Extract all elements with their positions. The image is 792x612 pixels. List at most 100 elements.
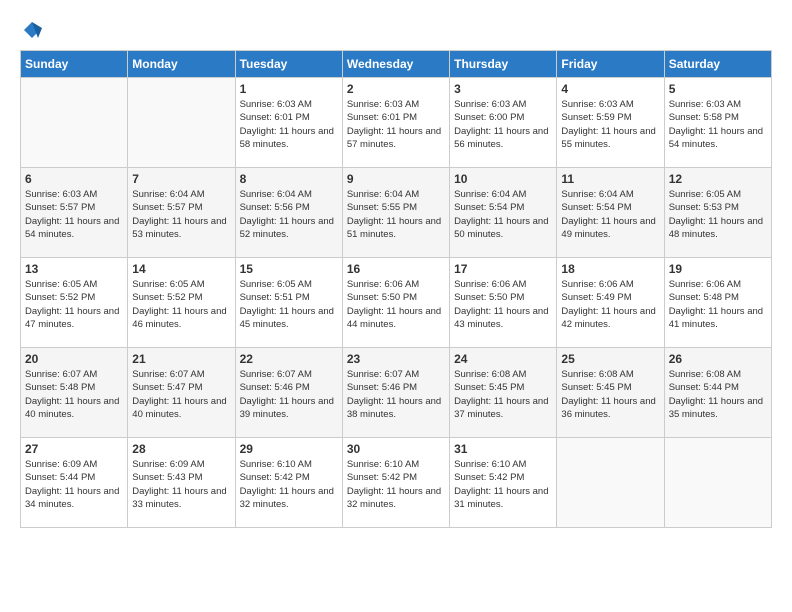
day-number: 22 [240, 352, 338, 366]
calendar-cell: 21 Sunrise: 6:07 AM Sunset: 5:47 PM Dayl… [128, 348, 235, 438]
calendar-cell: 18 Sunrise: 6:06 AM Sunset: 5:49 PM Dayl… [557, 258, 664, 348]
day-number: 6 [25, 172, 123, 186]
header-wednesday: Wednesday [342, 51, 449, 78]
day-number: 17 [454, 262, 552, 276]
day-info: Sunrise: 6:06 AM Sunset: 5:49 PM Dayligh… [561, 278, 659, 331]
day-number: 9 [347, 172, 445, 186]
day-number: 24 [454, 352, 552, 366]
calendar-cell: 19 Sunrise: 6:06 AM Sunset: 5:48 PM Dayl… [664, 258, 771, 348]
calendar-cell: 1 Sunrise: 6:03 AM Sunset: 6:01 PM Dayli… [235, 78, 342, 168]
calendar-cell: 16 Sunrise: 6:06 AM Sunset: 5:50 PM Dayl… [342, 258, 449, 348]
day-number: 23 [347, 352, 445, 366]
day-number: 16 [347, 262, 445, 276]
day-number: 10 [454, 172, 552, 186]
calendar-cell: 8 Sunrise: 6:04 AM Sunset: 5:56 PM Dayli… [235, 168, 342, 258]
day-number: 2 [347, 82, 445, 96]
day-info: Sunrise: 6:03 AM Sunset: 5:59 PM Dayligh… [561, 98, 659, 151]
calendar-cell: 13 Sunrise: 6:05 AM Sunset: 5:52 PM Dayl… [21, 258, 128, 348]
day-number: 31 [454, 442, 552, 456]
calendar-cell: 29 Sunrise: 6:10 AM Sunset: 5:42 PM Dayl… [235, 438, 342, 528]
day-info: Sunrise: 6:07 AM Sunset: 5:48 PM Dayligh… [25, 368, 123, 421]
day-info: Sunrise: 6:10 AM Sunset: 5:42 PM Dayligh… [240, 458, 338, 511]
calendar-cell: 31 Sunrise: 6:10 AM Sunset: 5:42 PM Dayl… [450, 438, 557, 528]
day-number: 19 [669, 262, 767, 276]
calendar-cell: 20 Sunrise: 6:07 AM Sunset: 5:48 PM Dayl… [21, 348, 128, 438]
day-info: Sunrise: 6:04 AM Sunset: 5:54 PM Dayligh… [454, 188, 552, 241]
day-number: 25 [561, 352, 659, 366]
day-number: 5 [669, 82, 767, 96]
day-number: 27 [25, 442, 123, 456]
calendar-week-5: 27 Sunrise: 6:09 AM Sunset: 5:44 PM Dayl… [21, 438, 772, 528]
day-info: Sunrise: 6:03 AM Sunset: 6:00 PM Dayligh… [454, 98, 552, 151]
calendar-cell: 10 Sunrise: 6:04 AM Sunset: 5:54 PM Dayl… [450, 168, 557, 258]
calendar-cell: 2 Sunrise: 6:03 AM Sunset: 6:01 PM Dayli… [342, 78, 449, 168]
calendar-cell: 14 Sunrise: 6:05 AM Sunset: 5:52 PM Dayl… [128, 258, 235, 348]
day-number: 1 [240, 82, 338, 96]
day-info: Sunrise: 6:10 AM Sunset: 5:42 PM Dayligh… [454, 458, 552, 511]
calendar-cell: 17 Sunrise: 6:06 AM Sunset: 5:50 PM Dayl… [450, 258, 557, 348]
calendar-header-row: SundayMondayTuesdayWednesdayThursdayFrid… [21, 51, 772, 78]
day-info: Sunrise: 6:07 AM Sunset: 5:46 PM Dayligh… [347, 368, 445, 421]
day-number: 30 [347, 442, 445, 456]
calendar-week-2: 6 Sunrise: 6:03 AM Sunset: 5:57 PM Dayli… [21, 168, 772, 258]
logo-icon [22, 20, 42, 40]
calendar-cell: 25 Sunrise: 6:08 AM Sunset: 5:45 PM Dayl… [557, 348, 664, 438]
day-number: 11 [561, 172, 659, 186]
day-info: Sunrise: 6:05 AM Sunset: 5:52 PM Dayligh… [25, 278, 123, 331]
calendar-cell [557, 438, 664, 528]
day-info: Sunrise: 6:06 AM Sunset: 5:50 PM Dayligh… [347, 278, 445, 331]
calendar-cell: 12 Sunrise: 6:05 AM Sunset: 5:53 PM Dayl… [664, 168, 771, 258]
day-info: Sunrise: 6:06 AM Sunset: 5:48 PM Dayligh… [669, 278, 767, 331]
calendar-week-4: 20 Sunrise: 6:07 AM Sunset: 5:48 PM Dayl… [21, 348, 772, 438]
header-monday: Monday [128, 51, 235, 78]
day-info: Sunrise: 6:08 AM Sunset: 5:44 PM Dayligh… [669, 368, 767, 421]
calendar-cell: 27 Sunrise: 6:09 AM Sunset: 5:44 PM Dayl… [21, 438, 128, 528]
day-info: Sunrise: 6:04 AM Sunset: 5:57 PM Dayligh… [132, 188, 230, 241]
day-number: 26 [669, 352, 767, 366]
page-header [20, 20, 772, 40]
day-number: 14 [132, 262, 230, 276]
day-number: 3 [454, 82, 552, 96]
calendar-cell [128, 78, 235, 168]
day-number: 28 [132, 442, 230, 456]
day-number: 18 [561, 262, 659, 276]
calendar-cell: 26 Sunrise: 6:08 AM Sunset: 5:44 PM Dayl… [664, 348, 771, 438]
day-info: Sunrise: 6:04 AM Sunset: 5:55 PM Dayligh… [347, 188, 445, 241]
calendar-body: 1 Sunrise: 6:03 AM Sunset: 6:01 PM Dayli… [21, 78, 772, 528]
calendar-cell: 4 Sunrise: 6:03 AM Sunset: 5:59 PM Dayli… [557, 78, 664, 168]
day-number: 29 [240, 442, 338, 456]
calendar-cell: 3 Sunrise: 6:03 AM Sunset: 6:00 PM Dayli… [450, 78, 557, 168]
day-number: 8 [240, 172, 338, 186]
calendar-cell: 9 Sunrise: 6:04 AM Sunset: 5:55 PM Dayli… [342, 168, 449, 258]
calendar-cell: 23 Sunrise: 6:07 AM Sunset: 5:46 PM Dayl… [342, 348, 449, 438]
day-info: Sunrise: 6:09 AM Sunset: 5:43 PM Dayligh… [132, 458, 230, 511]
day-number: 7 [132, 172, 230, 186]
calendar-week-3: 13 Sunrise: 6:05 AM Sunset: 5:52 PM Dayl… [21, 258, 772, 348]
header-saturday: Saturday [664, 51, 771, 78]
day-info: Sunrise: 6:03 AM Sunset: 5:58 PM Dayligh… [669, 98, 767, 151]
calendar-cell: 22 Sunrise: 6:07 AM Sunset: 5:46 PM Dayl… [235, 348, 342, 438]
day-info: Sunrise: 6:03 AM Sunset: 5:57 PM Dayligh… [25, 188, 123, 241]
header-friday: Friday [557, 51, 664, 78]
calendar-cell: 24 Sunrise: 6:08 AM Sunset: 5:45 PM Dayl… [450, 348, 557, 438]
day-info: Sunrise: 6:08 AM Sunset: 5:45 PM Dayligh… [561, 368, 659, 421]
header-sunday: Sunday [21, 51, 128, 78]
calendar-cell: 30 Sunrise: 6:10 AM Sunset: 5:42 PM Dayl… [342, 438, 449, 528]
day-info: Sunrise: 6:03 AM Sunset: 6:01 PM Dayligh… [347, 98, 445, 151]
calendar-week-1: 1 Sunrise: 6:03 AM Sunset: 6:01 PM Dayli… [21, 78, 772, 168]
calendar-cell: 15 Sunrise: 6:05 AM Sunset: 5:51 PM Dayl… [235, 258, 342, 348]
day-number: 21 [132, 352, 230, 366]
day-info: Sunrise: 6:10 AM Sunset: 5:42 PM Dayligh… [347, 458, 445, 511]
calendar-cell: 28 Sunrise: 6:09 AM Sunset: 5:43 PM Dayl… [128, 438, 235, 528]
day-info: Sunrise: 6:03 AM Sunset: 6:01 PM Dayligh… [240, 98, 338, 151]
logo [20, 20, 42, 40]
day-number: 4 [561, 82, 659, 96]
calendar-cell: 11 Sunrise: 6:04 AM Sunset: 5:54 PM Dayl… [557, 168, 664, 258]
calendar-cell [664, 438, 771, 528]
day-number: 13 [25, 262, 123, 276]
calendar-cell: 7 Sunrise: 6:04 AM Sunset: 5:57 PM Dayli… [128, 168, 235, 258]
calendar-cell: 5 Sunrise: 6:03 AM Sunset: 5:58 PM Dayli… [664, 78, 771, 168]
day-info: Sunrise: 6:07 AM Sunset: 5:46 PM Dayligh… [240, 368, 338, 421]
day-number: 20 [25, 352, 123, 366]
day-info: Sunrise: 6:05 AM Sunset: 5:52 PM Dayligh… [132, 278, 230, 331]
